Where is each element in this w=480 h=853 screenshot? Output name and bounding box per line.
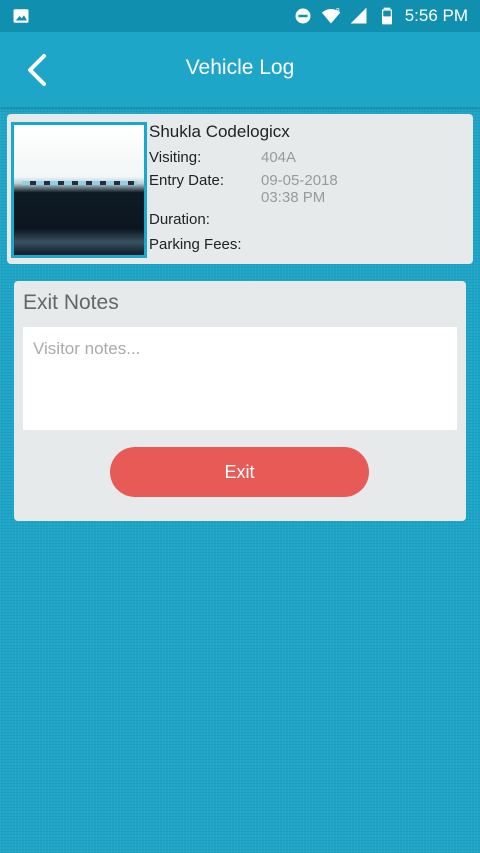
vehicle-name: Shukla Codelogicx <box>149 122 290 141</box>
entry-date-label: Entry Date: <box>149 172 225 189</box>
entry-time-value: 03:38 PM <box>261 189 326 206</box>
exit-button[interactable]: Exit <box>110 447 369 497</box>
do-not-disturb-icon <box>295 8 311 24</box>
entry-date-value: 09-05-2018 <box>261 172 338 189</box>
svg-text:R: R <box>336 9 340 15</box>
battery-icon <box>381 7 392 25</box>
visitor-notes-input[interactable] <box>23 327 457 430</box>
vehicle-card: Shukla Codelogicx Visiting: 404A Entry D… <box>7 114 473 264</box>
parking-fees-label: Parking Fees: <box>149 236 242 253</box>
status-bar: R 5:56 PM <box>0 0 480 32</box>
vehicle-photo[interactable] <box>11 122 147 258</box>
visiting-value: 404A <box>261 149 297 166</box>
app-bar: Vehicle Log <box>0 32 480 107</box>
page-title: Vehicle Log <box>185 56 295 79</box>
vehicle-photo-strip <box>22 181 137 185</box>
duration-label: Duration: <box>149 211 210 228</box>
exit-notes-card: Exit Notes Exit <box>14 281 466 521</box>
visiting-label: Visiting: <box>149 149 202 166</box>
image-icon <box>13 9 29 23</box>
wifi-icon: R <box>321 9 340 24</box>
signal-icon <box>350 7 367 24</box>
status-time: 5:56 PM <box>404 6 468 25</box>
exit-notes-title: Exit Notes <box>23 291 119 314</box>
